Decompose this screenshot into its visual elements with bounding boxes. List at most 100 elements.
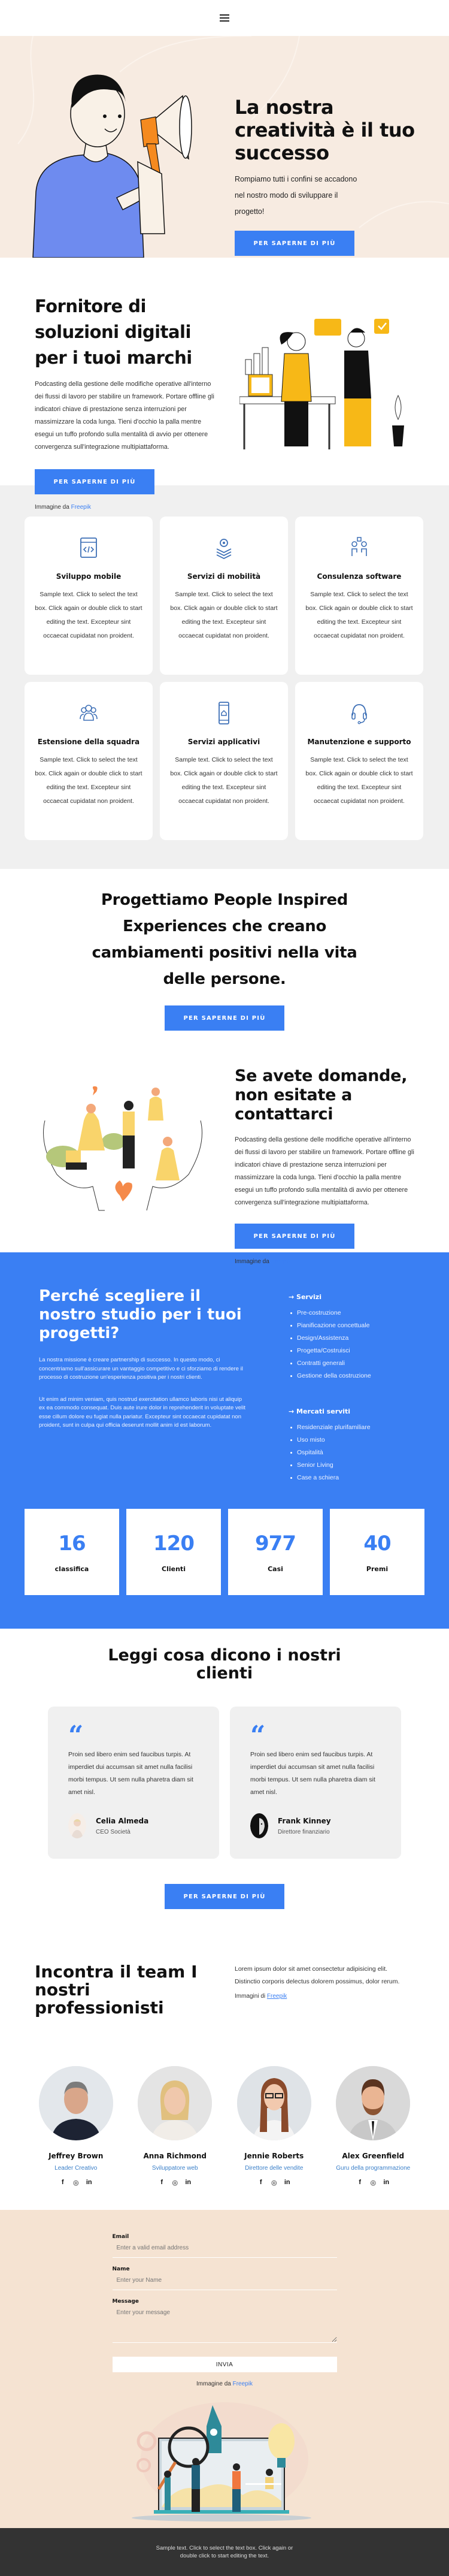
facebook-icon[interactable]: f [257, 2179, 265, 2186]
team-section: Incontra il team I nostri professionisti… [0, 1939, 449, 2210]
team-member: Jennie Roberts Direttore delle vendite f… [229, 2066, 319, 2187]
team-grid: Jeffrey Brown Leader Creativo f ◎ in Ann… [0, 2066, 449, 2187]
services-list: Pre-costruzione Pianificazione concettua… [289, 1307, 432, 1382]
instagram-icon[interactable]: ◎ [171, 2179, 178, 2187]
services-list-item: Pianificazione concettuale [289, 1319, 432, 1332]
instagram-icon[interactable]: ◎ [271, 2179, 278, 2187]
inspired-section: Progettiamo People Inspired Experiences … [0, 869, 449, 1049]
service-card: Manutenzione e supporto Sample text. Cli… [295, 682, 423, 840]
contact-content: Se avete domande, non esitate a contatta… [235, 1067, 414, 1265]
facebook-icon[interactable]: f [59, 2179, 66, 2186]
team-member-name: Jennie Roberts [244, 2152, 304, 2160]
markets-list: Residenziale plurifamiliare Uso misto Os… [289, 1421, 432, 1484]
freepik-link[interactable]: Freepik [71, 504, 91, 511]
quote-icon: “ [250, 1720, 266, 1751]
stat-card: 40 Premi [330, 1509, 424, 1595]
team-member: Jeffrey Brown Leader Creativo f ◎ in [31, 2066, 121, 2187]
team-member-name: Anna Richmond [143, 2152, 207, 2160]
service-title: Estensione della squadra [37, 738, 140, 746]
service-card: Servizi applicativi Sample text. Click t… [160, 682, 288, 840]
freepik-link[interactable]: Freepik [271, 1258, 291, 1265]
provider-title: Fornitore di soluzioni digitali per i tu… [35, 296, 192, 368]
submit-button[interactable]: INVIA [112, 2357, 337, 2372]
freepik-link[interactable]: Freepik [233, 2381, 253, 2387]
freepik-link[interactable]: Freepik [267, 1993, 287, 2000]
message-field[interactable] [112, 2305, 337, 2343]
team-member: Anna Richmond Sviluppatore web f ◎ in [130, 2066, 220, 2187]
stats-grid: 16 classifica 120 Clienti 977 Casi 40 Pr… [0, 1491, 449, 1629]
linkedin-icon[interactable]: in [284, 2179, 291, 2186]
why-lists: → Servizi Pre-costruzione Pianificazione… [289, 1293, 432, 1509]
service-card: Sviluppo mobile Sample text. Click to se… [25, 517, 153, 675]
inspired-learn-more-button[interactable]: PER SAPERNE DI PIÙ [165, 1005, 284, 1031]
facebook-icon[interactable]: f [356, 2179, 363, 2186]
service-title: Sviluppo mobile [56, 572, 122, 581]
provider-image-credit: Immagine da Freepik [35, 504, 91, 511]
service-title: Servizi di mobilità [187, 572, 261, 581]
service-text: Sample text. Click to select the text bo… [170, 756, 278, 805]
services-list-item: Progetta/Costruisci [289, 1345, 432, 1357]
testimonial-text: Proin sed libero enim sed faucibus turpi… [68, 1751, 193, 1796]
hands-people-illustration [43, 1086, 202, 1211]
team-member: Alex Greenfield Guru della programmazion… [328, 2066, 418, 2187]
hero-learn-more-button[interactable]: PER SAPERNE DI PIÙ [235, 231, 354, 256]
provider-body: Podcasting della gestione delle modifich… [35, 380, 214, 451]
testimonials-title: Leggi cosa dicono i nostri clienti [108, 1646, 341, 1683]
team-member-role: Guru della programmazione [336, 2165, 411, 2172]
hero-subtitle: Rompiamo tutti i confini se accadono nel… [235, 175, 357, 216]
smartphone-home-icon [219, 702, 229, 724]
hamburger-menu-icon[interactable] [220, 14, 229, 22]
team-group-icon [80, 705, 98, 721]
linkedin-icon[interactable]: in [383, 2179, 390, 2186]
markets-list-item: Uso misto [289, 1434, 432, 1446]
provider-content: Fornitore di soluzioni digitali per i tu… [35, 294, 214, 511]
team-member-photo [38, 2066, 113, 2140]
service-text: Sample text. Click to select the text bo… [35, 756, 142, 805]
stat-value: 16 [58, 1532, 86, 1556]
team-member-role: Direttore delle vendite [245, 2165, 304, 2172]
service-title: Consulenza software [317, 572, 402, 581]
hero-content: La nostra creatività è il tuo successo R… [235, 96, 426, 258]
contact-learn-more-button[interactable]: PER SAPERNE DI PIÙ [235, 1224, 354, 1249]
instagram-icon[interactable]: ◎ [369, 2179, 377, 2187]
social-links: f ◎ in [229, 2179, 319, 2187]
hero-title: La nostra creatività è il tuo successo [235, 96, 415, 164]
business-handshake-illustration [239, 319, 404, 449]
team-title: Incontra il team I nostri professionisti [35, 1962, 198, 2018]
linkedin-icon[interactable]: in [184, 2179, 192, 2186]
markets-list-item: Residenziale plurifamiliare [289, 1421, 432, 1434]
linkedin-icon[interactable]: in [86, 2179, 93, 2186]
social-links: f ◎ in [328, 2179, 418, 2187]
team-member-name: Alex Greenfield [342, 2152, 405, 2160]
inspired-title: Progettiamo People Inspired Experiences … [92, 891, 357, 988]
stat-card: 16 classifica [25, 1509, 119, 1595]
service-text: Sample text. Click to select the text bo… [305, 591, 413, 639]
service-text: Sample text. Click to select the text bo… [305, 756, 413, 805]
code-window-icon [80, 537, 97, 558]
markets-list-item: Ospitalità [289, 1446, 432, 1459]
why-section: Perché scegliere il nostro studio per i … [0, 1252, 449, 1629]
instagram-icon[interactable]: ◎ [72, 2179, 80, 2187]
megaphone-man-illustration [32, 74, 192, 258]
message-label: Message [112, 2299, 139, 2305]
service-title: Manutenzione e supporto [307, 738, 411, 746]
services-grid: Sviluppo mobile Sample text. Click to se… [25, 517, 424, 840]
contact-title: Se avete domande, non esitate a contatta… [235, 1067, 408, 1124]
testimonial-name: Celia Almeda [96, 1816, 149, 1825]
service-text: Sample text. Click to select the text bo… [35, 591, 142, 639]
headset-icon [351, 704, 367, 724]
social-links: f ◎ in [31, 2179, 121, 2187]
services-list-item: Design/Assistenza [289, 1332, 432, 1345]
services-list-item: Pre-costruzione [289, 1307, 432, 1319]
testimonial-role: CEO Società [96, 1828, 131, 1835]
team-image-credit: Immagini di Freepik [235, 1993, 287, 2000]
email-field[interactable] [112, 2240, 337, 2258]
testimonials-learn-more-button[interactable]: PER SAPERNE DI PIÙ [165, 1884, 284, 1909]
testimonial-text: Proin sed libero enim sed faucibus turpi… [250, 1751, 375, 1796]
facebook-icon[interactable]: f [158, 2179, 165, 2186]
services-list-heading: → Servizi [289, 1293, 321, 1301]
testimonial-card: “ Proin sed libero enim sed faucibus tur… [48, 1707, 219, 1859]
name-field[interactable] [112, 2272, 337, 2290]
provider-learn-more-button[interactable]: PER SAPERNE DI PIÙ [35, 469, 154, 494]
service-text: Sample text. Click to select the text bo… [170, 591, 278, 639]
